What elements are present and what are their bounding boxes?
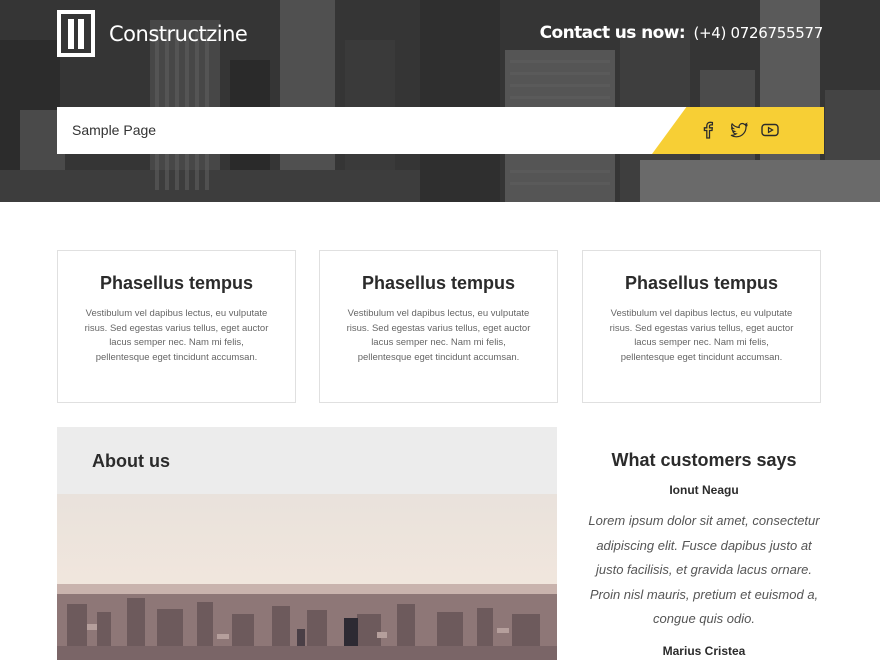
contact-label: Contact us now: xyxy=(539,23,686,43)
feature-card: Phasellus tempus Vestibulum vel dapibus … xyxy=(57,250,296,403)
social-icons xyxy=(698,120,780,140)
about-title: About us xyxy=(92,451,170,471)
feature-text: Vestibulum vel dapibus lectus, eu vulput… xyxy=(84,308,269,363)
feature-title: Phasellus tempus xyxy=(99,273,254,293)
contact-info: Contact us now: (+4) 0726755577 xyxy=(539,23,824,43)
feature-title: Phasellus tempus xyxy=(624,273,779,293)
feature-card: Phasellus tempus Vestibulum vel dapibus … xyxy=(319,250,558,403)
testimonial-quote: Lorem ipsum dolor sit amet, consectetur … xyxy=(588,513,820,626)
brand-name: Constructzine xyxy=(109,21,248,46)
main-navigation: Sample Page xyxy=(57,107,824,154)
logo-icon xyxy=(57,10,95,57)
feature-title: Phasellus tempus xyxy=(361,273,516,293)
feature-text: Vestibulum vel dapibus lectus, eu vulput… xyxy=(346,308,531,363)
nav-item-sample-page[interactable]: Sample Page xyxy=(72,122,156,138)
twitter-icon[interactable] xyxy=(729,120,749,140)
youtube-icon[interactable] xyxy=(760,120,780,140)
hero-banner: Constructzine Contact us now: (+4) 07267… xyxy=(0,0,880,202)
site-logo[interactable]: Constructzine xyxy=(57,10,248,57)
contact-phone[interactable]: (+4) 0726755577 xyxy=(693,24,823,42)
testimonials-title: What customers says xyxy=(611,450,797,470)
about-city-photo xyxy=(57,494,557,660)
testimonials-section: What customers says Ionut Neagu Lorem ip… xyxy=(583,427,825,658)
testimonial-author: Ionut Neagu xyxy=(669,483,739,497)
about-section: About us xyxy=(57,427,557,660)
facebook-icon[interactable] xyxy=(698,120,718,140)
feature-text: Vestibulum vel dapibus lectus, eu vulput… xyxy=(609,308,794,363)
feature-card: Phasellus tempus Vestibulum vel dapibus … xyxy=(582,250,821,403)
testimonial-author: Marius Cristea xyxy=(662,643,746,658)
